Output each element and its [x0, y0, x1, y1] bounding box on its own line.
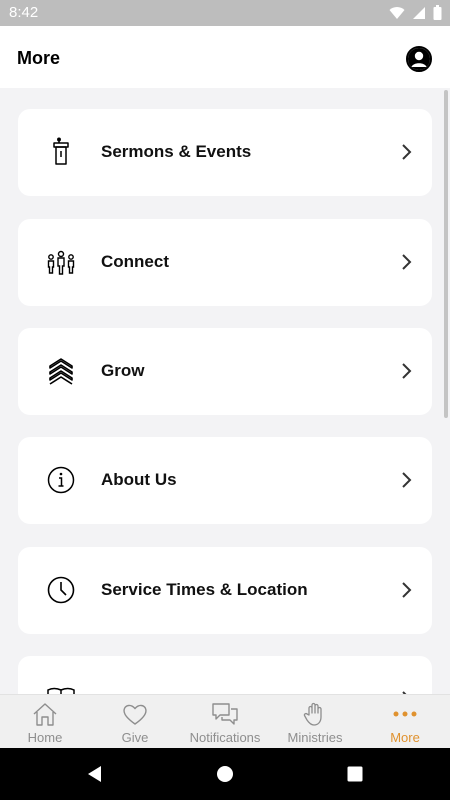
more-dots-icon	[393, 711, 417, 717]
menu-item-label: About Us	[101, 470, 177, 489]
recents-icon[interactable]	[343, 762, 367, 786]
tab-label: Notifications	[189, 730, 261, 745]
heart-icon	[123, 704, 147, 725]
chevron-right-icon	[402, 144, 412, 160]
menu-item-sermons-events[interactable]: Sermons & Events	[18, 109, 432, 196]
menu-item-service-times[interactable]: Service Times & Location	[18, 547, 432, 634]
scrollbar[interactable]	[444, 90, 448, 418]
menu-item-label: Connect	[101, 252, 169, 271]
book-icon	[47, 687, 75, 694]
battery-icon	[433, 5, 442, 20]
home-icon	[33, 703, 57, 726]
podium-icon	[53, 137, 69, 165]
account-circle-icon[interactable]	[406, 46, 432, 72]
chevron-right-icon	[402, 472, 412, 488]
tab-give[interactable]: Give	[90, 695, 180, 748]
system-nav-bar	[0, 748, 450, 800]
info-icon	[47, 466, 75, 494]
tab-label: Home	[27, 730, 63, 745]
status-time: 8:42	[9, 4, 39, 21]
tab-more[interactable]: More	[360, 695, 450, 748]
menu-item-label: Grow	[101, 361, 145, 380]
tab-bar: Home Give Notifications Ministries More	[0, 694, 450, 748]
menu-item-about-us[interactable]: About Us	[18, 437, 432, 524]
back-icon[interactable]	[83, 762, 107, 786]
hand-icon	[303, 702, 322, 726]
signal-icon	[413, 6, 425, 19]
menu-item-label: Sermons & Events	[101, 142, 252, 161]
status-icons	[389, 5, 442, 20]
tab-ministries[interactable]: Ministries	[270, 695, 360, 748]
tab-label: More	[390, 730, 420, 745]
menu-item-grow[interactable]: Grow	[18, 328, 432, 415]
status-bar: 8:42	[0, 0, 450, 26]
home-circle-icon[interactable]	[213, 762, 237, 786]
chevron-right-icon	[402, 363, 412, 379]
page-title: More	[17, 48, 61, 68]
chevron-right-icon	[402, 254, 412, 270]
wifi-icon	[389, 6, 405, 19]
tab-home[interactable]: Home	[0, 695, 90, 748]
tab-label: Ministries	[287, 730, 343, 745]
menu-item-label: Service Times & Location	[101, 580, 308, 599]
menu-item-connect[interactable]: Connect	[18, 219, 432, 306]
tab-notifications[interactable]: Notifications	[180, 695, 270, 748]
menu-list[interactable]: Sermons & Events Connect Grow About Us S…	[0, 88, 450, 694]
people-icon	[47, 250, 75, 275]
chevrons-up-icon	[49, 358, 73, 385]
tab-label: Give	[121, 730, 149, 745]
chat-bubbles-icon	[212, 703, 238, 725]
menu-item-partial[interactable]	[18, 656, 432, 694]
chevron-right-icon	[402, 582, 412, 598]
clock-icon	[47, 576, 75, 604]
app-bar: More	[0, 26, 450, 88]
